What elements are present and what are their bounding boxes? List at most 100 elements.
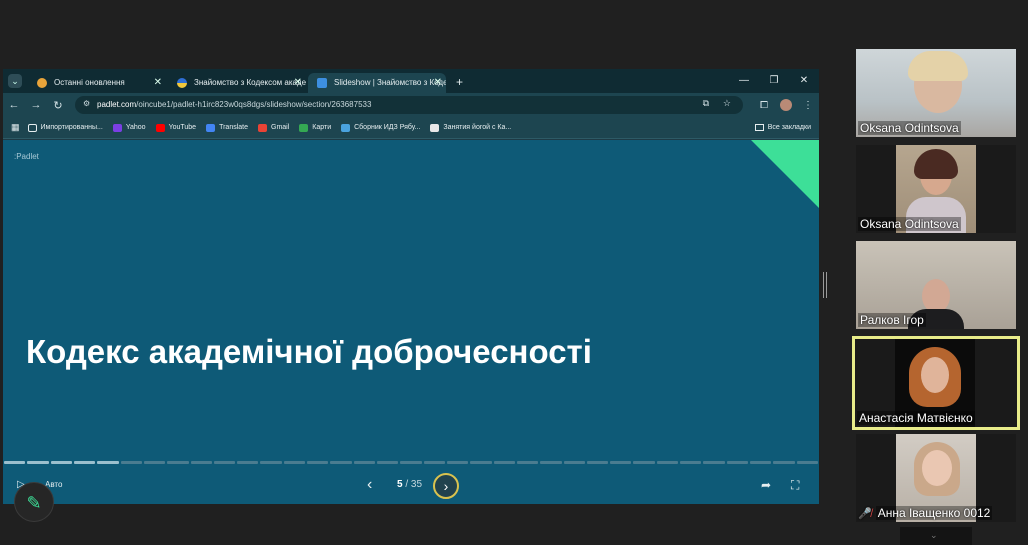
padlet-star-icon	[37, 78, 47, 88]
bookmark-star-icon[interactable]: ☆	[723, 98, 731, 109]
progress-segment[interactable]	[50, 461, 72, 464]
site-info-icon[interactable]: ⚙	[83, 99, 90, 108]
bookmark-item[interactable]: Сборник ИДЗ Рябу...	[341, 123, 420, 132]
tab-bar: ⌄ Останні оновлення ✕ Знайомство з Кодек…	[3, 69, 819, 93]
progress-segment[interactable]	[633, 461, 655, 464]
folder-icon	[754, 123, 764, 131]
slide-counter: 5 / 35	[397, 479, 423, 490]
youtube-icon	[155, 123, 165, 132]
bookmark-item[interactable]: Translate	[206, 123, 248, 132]
chevron-down-icon: ⌄	[930, 530, 938, 540]
participant-tile[interactable]: Oksana Odintsova	[856, 49, 1016, 137]
progress-segment[interactable]	[726, 461, 748, 464]
apps-grid-icon[interactable]: ▦	[11, 122, 20, 133]
progress-segment[interactable]	[750, 461, 772, 464]
slideshow-play-icon	[317, 78, 327, 88]
participant-face	[922, 450, 952, 486]
forward-icon[interactable]: →	[25, 99, 47, 111]
doc-icon	[341, 123, 351, 132]
progress-segment[interactable]	[4, 461, 26, 464]
extensions-icon[interactable]: ⧠	[753, 100, 775, 111]
close-tab-icon[interactable]: ✕	[294, 73, 302, 93]
progress-segment[interactable]	[470, 461, 492, 464]
progress-segment[interactable]	[516, 461, 539, 464]
tab-label: Slideshow | Знайомство з Кодє	[334, 78, 446, 87]
progress-segment[interactable]	[213, 461, 236, 464]
progress-segment[interactable]	[610, 461, 632, 464]
edit-pencil-button[interactable]: ✎	[14, 482, 54, 522]
progress-segment[interactable]	[307, 461, 329, 464]
profile-avatar-icon[interactable]	[780, 99, 792, 111]
participant-hair	[914, 149, 958, 179]
progress-segment[interactable]	[330, 461, 352, 464]
menu-kebab-icon[interactable]: ⋮	[797, 100, 819, 111]
progress-segment[interactable]	[400, 461, 422, 464]
progress-segment[interactable]	[563, 461, 585, 464]
corner-accent	[751, 140, 819, 208]
panel-resize-handle[interactable]	[823, 272, 827, 298]
prev-slide-button[interactable]: ‹	[367, 475, 372, 495]
browser-toolbar: ← → ↻ ⚙ padlet.com/oincube1/padlet-h1irc…	[3, 93, 819, 117]
progress-segment[interactable]	[586, 461, 609, 464]
progress-segment[interactable]	[237, 461, 259, 464]
tab-code-intro[interactable]: Знайомство з Кодексом академ ✕	[168, 73, 306, 93]
close-tab-icon[interactable]: ✕	[434, 73, 442, 93]
gmail-icon	[258, 123, 267, 132]
bookmark-item[interactable]: Импортированны...	[27, 123, 103, 132]
bookmark-item[interactable]: Yahoo	[112, 123, 146, 132]
reload-icon[interactable]: ↻	[47, 99, 69, 112]
progress-segment[interactable]	[446, 461, 469, 464]
bookmark-item[interactable]: YouTube	[155, 123, 196, 132]
bookmark-item[interactable]: Занятия йогой с Ка...	[430, 123, 511, 132]
slide-title: Кодекс академічної доброчесності	[26, 333, 592, 370]
tab-updates[interactable]: Останні оновлення ✕	[28, 73, 166, 93]
new-tab-button[interactable]: +	[456, 75, 463, 89]
progress-segment[interactable]	[773, 461, 795, 464]
participant-tile[interactable]: Oksana Odintsova	[856, 145, 1016, 233]
page-icon	[430, 123, 440, 132]
scroll-more-participants[interactable]: ⌄	[900, 527, 972, 545]
restore-icon[interactable]: ❐	[759, 69, 789, 93]
progress-segment[interactable]	[283, 461, 306, 464]
back-icon[interactable]: ←	[3, 99, 25, 111]
padlet-slide: :Padlet Кодекс академічної доброчесності…	[3, 140, 819, 504]
next-slide-button[interactable]: ›	[433, 473, 459, 499]
progress-segment[interactable]	[73, 461, 96, 464]
participant-face	[922, 279, 950, 313]
maps-icon	[299, 123, 309, 132]
progress-segment[interactable]	[260, 461, 282, 464]
progress-segment[interactable]	[353, 461, 375, 464]
translate-icon	[206, 123, 216, 132]
bookmark-item[interactable]: Gmail	[258, 123, 289, 132]
install-app-icon[interactable]: ⧉	[703, 98, 709, 109]
fullscreen-icon[interactable]: ⛶	[791, 475, 799, 495]
progress-segment[interactable]	[656, 461, 679, 464]
progress-segment[interactable]	[493, 461, 515, 464]
progress-segment[interactable]	[377, 461, 399, 464]
tab-search-icon[interactable]: ⌄	[8, 74, 22, 88]
all-bookmarks[interactable]: Все закладки	[754, 117, 811, 139]
participant-tile[interactable]: Ралков Ігор	[856, 241, 1016, 329]
progress-segment[interactable]	[423, 461, 445, 464]
participant-name: Oksana Odintsova	[858, 121, 961, 135]
participant-hair	[908, 51, 968, 81]
progress-segment[interactable]	[97, 461, 119, 464]
progress-segment[interactable]	[190, 461, 212, 464]
tab-slideshow[interactable]: Slideshow | Знайомство з Кодє ✕	[308, 73, 446, 93]
progress-segment[interactable]	[796, 461, 818, 464]
progress-segment[interactable]	[540, 461, 562, 464]
address-bar[interactable]: ⚙ padlet.com/oincube1/padlet-h1irc823w0q…	[75, 96, 743, 114]
minimize-icon[interactable]: —	[729, 69, 759, 93]
progress-segment[interactable]	[703, 461, 725, 464]
close-tab-icon[interactable]: ✕	[154, 73, 162, 93]
progress-segment[interactable]	[120, 461, 142, 464]
participant-tile-speaking[interactable]: Анастасія Матвієнко	[852, 336, 1020, 430]
progress-segment[interactable]	[680, 461, 702, 464]
bookmark-item[interactable]: Карти	[299, 123, 331, 132]
progress-segment[interactable]	[143, 461, 166, 464]
progress-segment[interactable]	[167, 461, 189, 464]
progress-segment[interactable]	[27, 461, 49, 464]
participant-tile[interactable]: 🎤̸ Анна Іващенко 0012	[856, 434, 1016, 522]
close-window-icon[interactable]: ✕	[789, 69, 819, 93]
share-icon[interactable]: ➦	[761, 475, 771, 495]
